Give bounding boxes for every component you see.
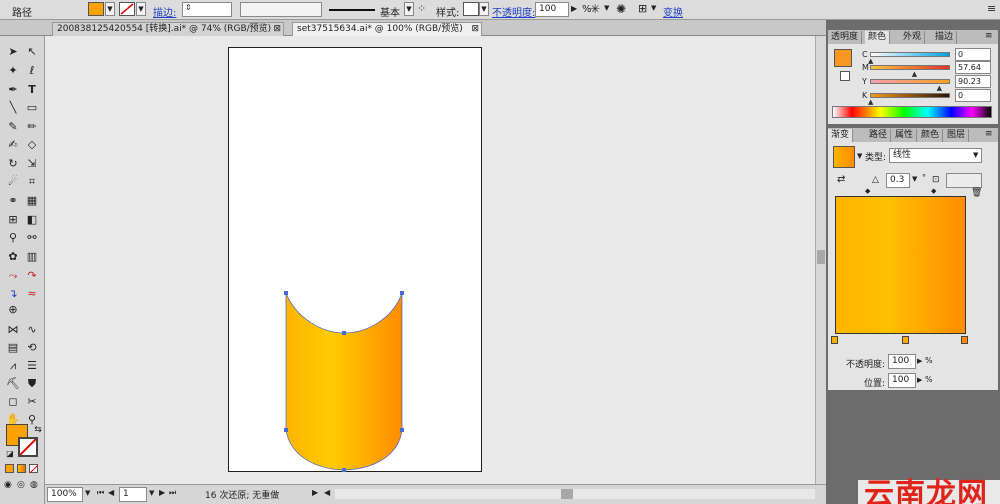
select-dropdown-arrow[interactable]: ▼ [973, 151, 978, 159]
color-panel-tabs: 透明度 颜色 外观 描边 ≡ [828, 30, 998, 44]
opacity-step-arrow[interactable]: ▶ [917, 357, 922, 365]
zoom-field[interactable]: 100% [47, 487, 83, 502]
stop-location-label: 位置: [864, 379, 886, 389]
channel-y-value[interactable]: 90.23 [955, 75, 991, 88]
location-step-arrow[interactable]: ▶ [917, 376, 922, 384]
gradient-stop-start[interactable] [831, 336, 838, 344]
last-artboard-button[interactable]: ⏭ [169, 488, 176, 498]
horizontal-scrollbar[interactable] [335, 489, 815, 499]
status-bar: 100% ▼ ⏮ ◀ 1 ▼ ▶ ⏭ 16 次还原; 无重做 ▶ ◀ [45, 484, 826, 504]
anchor-point[interactable] [284, 428, 288, 432]
tab-attributes[interactable]: 属性 [892, 129, 918, 142]
degree-symbol: ° [922, 173, 926, 182]
scroll-thumb[interactable] [817, 250, 825, 264]
artboard-dropdown-arrow[interactable]: ▼ [149, 489, 154, 497]
channel-k-value[interactable]: 0 [955, 89, 991, 102]
tab-gradient[interactable]: 渐变 [828, 129, 854, 142]
watermark-logo: 云南龙网 [864, 477, 988, 504]
anchor-point[interactable] [342, 331, 346, 335]
midpoint-diamond-right[interactable]: ◆ [931, 187, 936, 195]
stop-opacity-field[interactable]: 100 [888, 354, 916, 369]
stop-opacity-label: 不透明度: [846, 360, 886, 370]
gradient-type-label: 类型: [865, 153, 887, 163]
channel-k-slider[interactable]: ▲ [868, 93, 950, 106]
gradient-stop-middle[interactable] [902, 336, 909, 344]
gradient-panel: 渐变 路径 属性 颜色 图层 ≡ ▼ 类型: 线性 ▼ ⇄ △ 0.3 ▼ ° … [828, 128, 998, 390]
gradient-preset-arrow[interactable]: ▼ [857, 152, 862, 160]
anchor-point[interactable] [284, 291, 288, 295]
panel-menu-icon[interactable]: ≡ [985, 31, 993, 41]
midpoint-diamond-left[interactable]: ◆ [865, 187, 870, 195]
gradient-preview-swatch[interactable] [833, 146, 855, 168]
status-info-text: 16 次还原; 无重做 [205, 491, 280, 501]
channel-m-thumb[interactable]: ▲ [912, 70, 917, 78]
gradient-type-select[interactable]: 线性 [889, 148, 982, 163]
channel-m-value[interactable]: 57.64 [955, 61, 991, 74]
gradient-panel-tabs: 渐变 路径 属性 颜色 图层 ≡ [828, 128, 998, 142]
angle-field[interactable]: 0.3 [886, 173, 910, 188]
first-artboard-button[interactable]: ⏮ [97, 488, 104, 498]
delete-stop-icon[interactable]: 🗑 [971, 188, 982, 198]
channel-c-value[interactable]: 0 [955, 48, 991, 61]
channel-c-label: C [862, 50, 868, 59]
channel-k-thumb[interactable]: ▲ [868, 98, 873, 106]
current-color-swatch[interactable] [834, 49, 852, 67]
tab-color[interactable]: 颜色 [865, 31, 891, 44]
gradient-slider-preview[interactable] [835, 196, 966, 334]
gradient-stop-end[interactable] [961, 336, 968, 344]
location-percent: % [925, 375, 933, 384]
channel-y-thumb[interactable]: ▲ [937, 84, 942, 92]
tab-transparency[interactable]: 透明度 [828, 31, 863, 44]
channel-y-slider[interactable]: ▲ [870, 79, 950, 92]
channel-c-slider[interactable]: ▲ [868, 52, 950, 65]
anchor-point[interactable] [400, 428, 404, 432]
next-artboard-button[interactable]: ▶ [159, 488, 165, 497]
zoom-dropdown-arrow[interactable]: ▼ [85, 489, 90, 497]
channel-m-label: M [862, 63, 869, 72]
opacity-percent: % [925, 356, 933, 365]
angle-icon: △ [872, 175, 879, 185]
tab-stroke[interactable]: 描边 [932, 31, 958, 44]
aspect-ratio-field[interactable] [946, 173, 982, 188]
reverse-gradient-icon[interactable]: ⇄ [837, 174, 845, 185]
scroll-left-arrow[interactable]: ◀ [324, 488, 330, 497]
anchor-point[interactable] [400, 291, 404, 295]
aspect-ratio-icon: ⊡ [932, 175, 940, 185]
anchor-point[interactable] [342, 468, 346, 472]
channel-m-slider[interactable]: ▲ [870, 65, 950, 78]
color-spectrum-bar[interactable] [832, 106, 992, 118]
artboard-number-field[interactable]: 1 [119, 487, 147, 502]
status-menu-arrow[interactable]: ▶ [312, 488, 318, 497]
stroke-color-indicator[interactable] [840, 71, 850, 81]
cup-shape[interactable] [285, 292, 403, 471]
tab-appearance[interactable]: 外观 [900, 31, 926, 44]
tab-color-guide[interactable]: 颜色 [918, 129, 944, 142]
tab-pathfinder[interactable]: 路径 [866, 129, 892, 142]
scroll-thumb[interactable] [561, 489, 573, 499]
vertical-scrollbar[interactable] [815, 36, 826, 484]
angle-dropdown-arrow[interactable]: ▼ [912, 175, 917, 183]
stop-location-field[interactable]: 100 [888, 373, 916, 388]
tab-layers[interactable]: 图层 [944, 129, 970, 142]
previous-artboard-button[interactable]: ◀ [108, 488, 114, 497]
channel-k-label: K [862, 91, 868, 100]
channel-y-label: Y [862, 77, 867, 86]
panel-menu-icon[interactable]: ≡ [985, 129, 993, 139]
color-panel: 透明度 颜色 外观 描边 ≡ C ▲ 0 M ▲ 57.64 Y ▲ 90.23… [828, 30, 998, 124]
